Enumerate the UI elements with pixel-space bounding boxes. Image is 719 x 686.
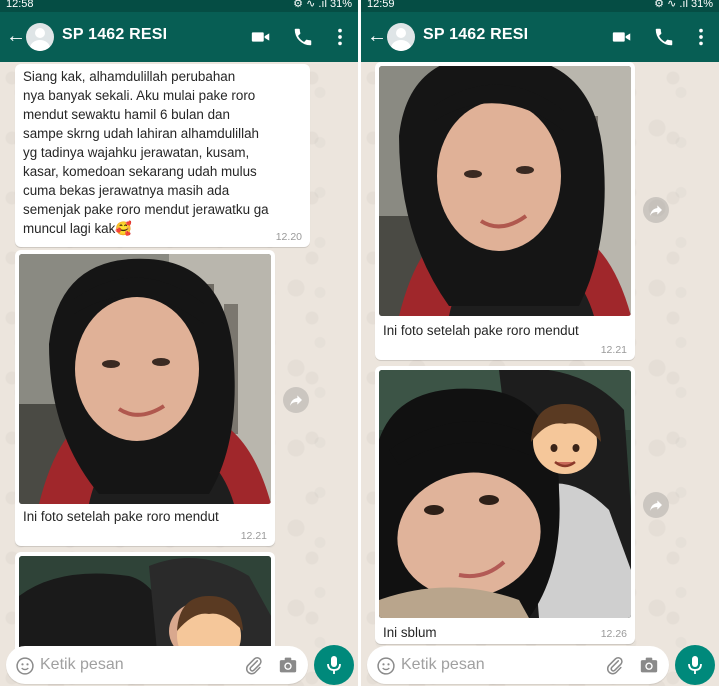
emoji-icon[interactable] — [15, 656, 35, 681]
message-input-placeholder: Ketik pesan — [40, 656, 124, 673]
incoming-photo-message[interactable]: Ini sblum 12.26 — [375, 366, 635, 644]
chat-screen-right: 12:59 ⚙ ∿ .ıl 31% ← SP 1462 RESI Ini fot… — [361, 0, 719, 686]
video-call-icon[interactable] — [250, 26, 272, 48]
emoji-icon[interactable] — [376, 656, 396, 681]
message-input[interactable]: Ketik pesan — [367, 646, 669, 684]
photo-thumbnail-before[interactable] — [379, 370, 631, 618]
incoming-text-message[interactable]: Siang kak, alhamdulillah perubahan nya b… — [15, 64, 310, 247]
contact-name[interactable]: SP 1462 RESI — [62, 26, 167, 44]
incoming-photo-message[interactable]: Ini foto setelah pake roro mendut 12.21 — [375, 62, 635, 360]
back-arrow-icon[interactable]: ← — [367, 25, 387, 47]
message-input[interactable]: Ketik pesan — [6, 646, 308, 684]
photo-caption: Ini foto setelah pake roro mendut — [383, 323, 579, 338]
message-input-bar: Ketik pesan — [361, 642, 719, 686]
microphone-icon — [688, 656, 702, 674]
camera-icon[interactable] — [639, 656, 659, 679]
photo-caption: Ini sblum — [383, 625, 437, 640]
microphone-button[interactable] — [675, 645, 715, 685]
photo-thumbnail-after[interactable] — [379, 66, 631, 316]
video-call-icon[interactable] — [611, 26, 633, 48]
contact-name[interactable]: SP 1462 RESI — [423, 26, 528, 44]
status-bar: 12:58 ⚙ ∿ .ıl 31% — [0, 0, 358, 12]
contact-avatar[interactable] — [26, 23, 54, 51]
message-input-bar: Ketik pesan — [0, 642, 358, 686]
chat-screen-left: 12:58 ⚙ ∿ .ıl 31% ← SP 1462 RESI Siang k… — [0, 0, 358, 686]
message-timestamp: 12.20 — [275, 231, 302, 243]
status-time: 12:58 — [6, 0, 34, 10]
more-vertical-icon[interactable] — [690, 26, 712, 48]
back-arrow-icon[interactable]: ← — [6, 25, 26, 47]
photo-timestamp: 12.21 — [240, 530, 267, 542]
forward-icon[interactable] — [283, 387, 309, 413]
photo-caption: Ini foto setelah pake roro mendut — [23, 509, 219, 524]
status-bar: 12:59 ⚙ ∿ .ıl 31% — [361, 0, 719, 12]
microphone-button[interactable] — [314, 645, 354, 685]
status-time: 12:59 — [367, 0, 395, 10]
status-indicators: ⚙ ∿ .ıl 31% — [654, 0, 713, 10]
forward-icon[interactable] — [643, 197, 669, 223]
more-vertical-icon[interactable] — [329, 26, 351, 48]
message-text: Siang kak, alhamdulillah perubahan nya b… — [23, 69, 269, 236]
paperclip-icon[interactable] — [244, 655, 264, 680]
photo-thumbnail-after[interactable] — [19, 254, 271, 504]
message-input-placeholder: Ketik pesan — [401, 656, 485, 673]
contact-avatar[interactable] — [387, 23, 415, 51]
photo-timestamp: 12.21 — [600, 344, 627, 356]
chat-header: ← SP 1462 RESI — [361, 12, 719, 62]
status-indicators: ⚙ ∿ .ıl 31% — [293, 0, 352, 10]
camera-icon[interactable] — [278, 656, 298, 679]
microphone-icon — [327, 656, 341, 674]
phone-icon[interactable] — [292, 26, 314, 48]
forward-icon[interactable] — [643, 492, 669, 518]
paperclip-icon[interactable] — [605, 655, 625, 680]
phone-icon[interactable] — [653, 26, 675, 48]
incoming-photo-message[interactable]: Ini foto setelah pake roro mendut 12.21 — [15, 250, 275, 546]
photo-timestamp: 12.26 — [600, 628, 627, 640]
chat-header: ← SP 1462 RESI — [0, 12, 358, 62]
